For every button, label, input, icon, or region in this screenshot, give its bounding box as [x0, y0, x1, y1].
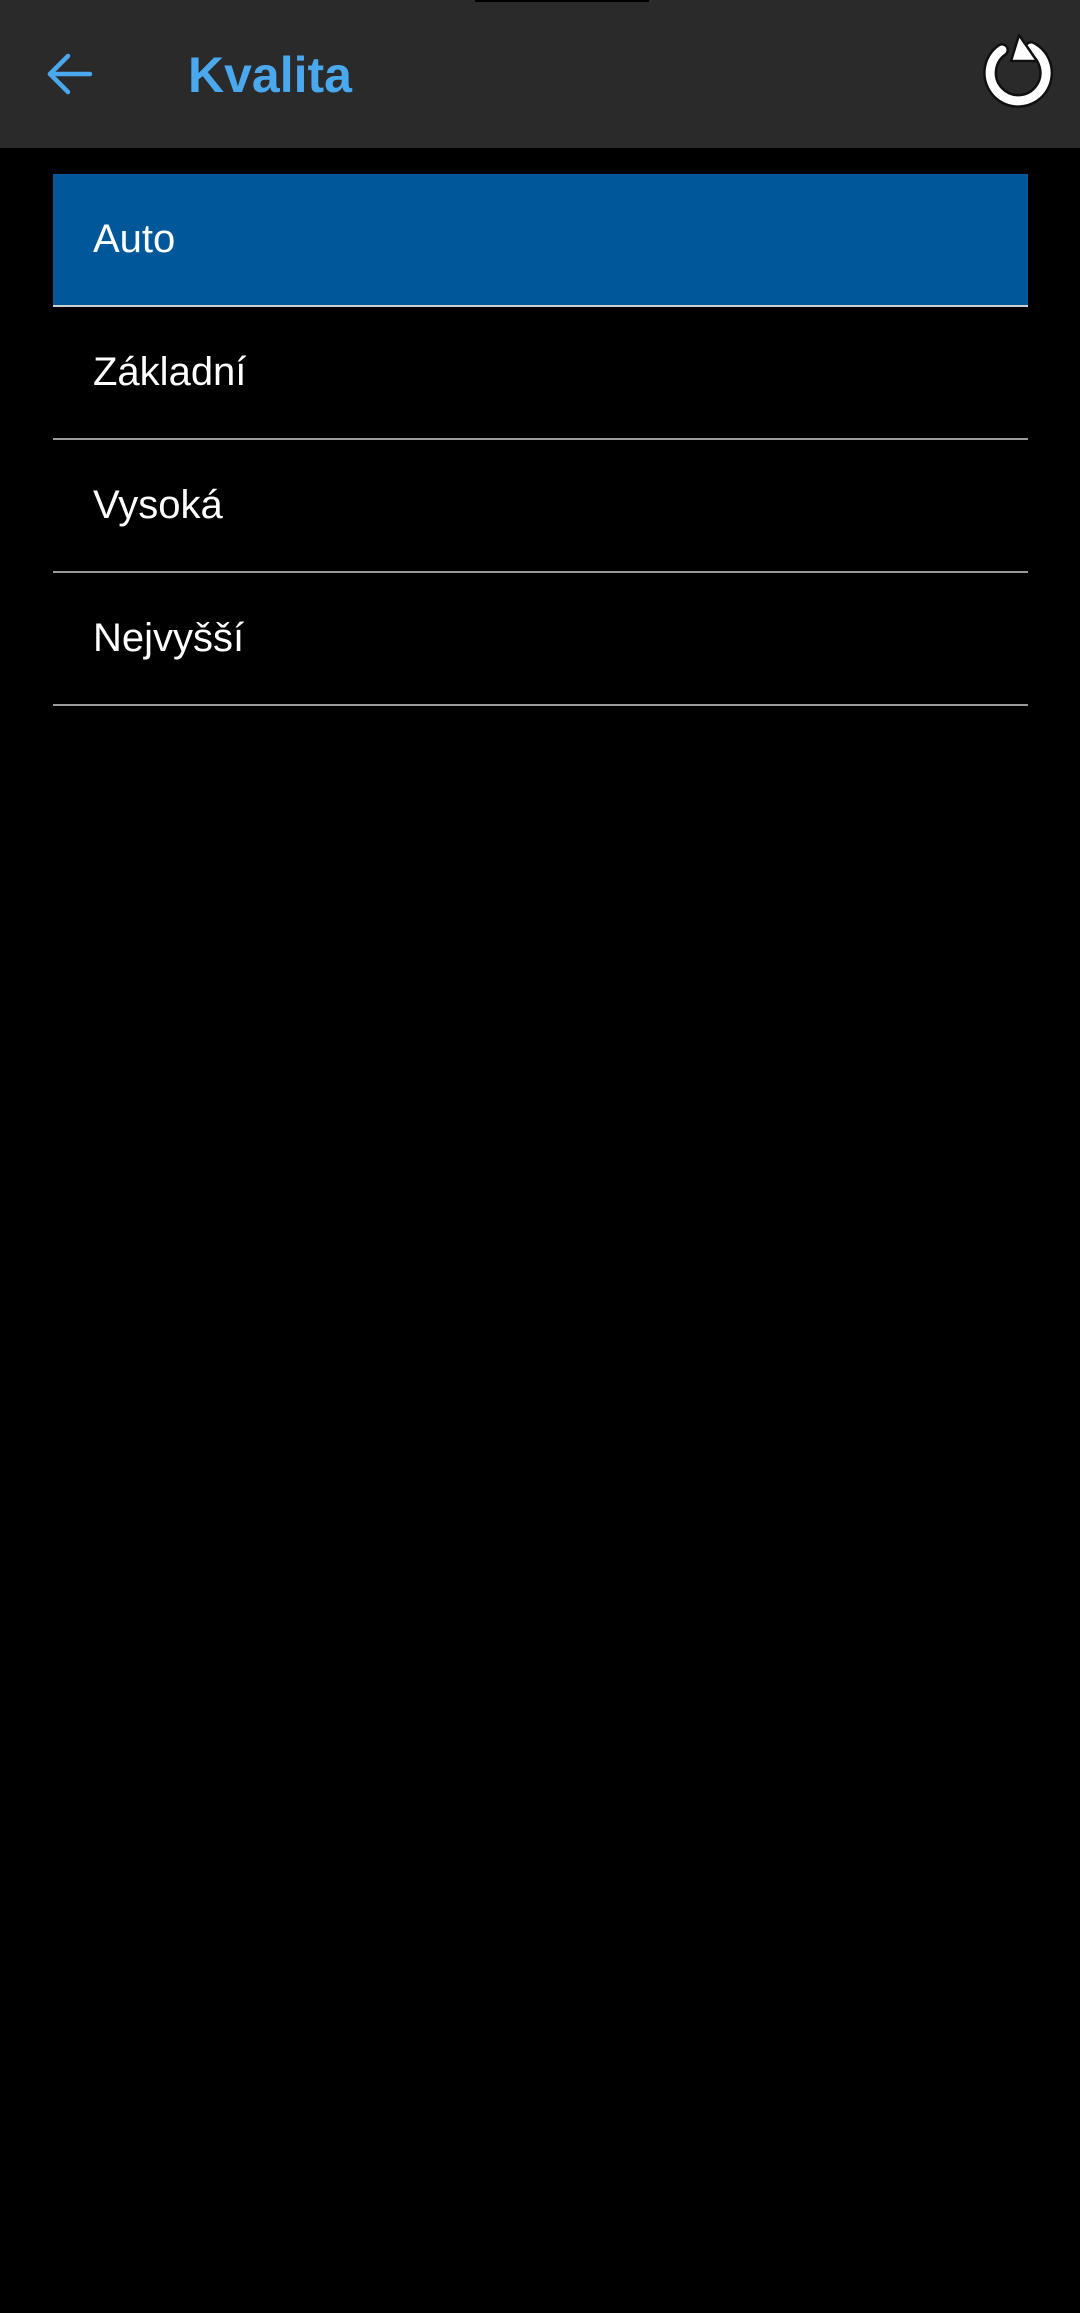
app-bar: Kvalita	[0, 0, 1080, 148]
refresh-button[interactable]	[972, 28, 1058, 114]
refresh-icon	[983, 33, 1054, 108]
page-title: Kvalita	[188, 47, 352, 103]
option-zakladni[interactable]: Základní	[53, 307, 1028, 440]
option-label: Vysoká	[93, 483, 223, 527]
back-button[interactable]	[30, 34, 110, 114]
option-label: Základní	[93, 350, 247, 394]
option-label: Auto	[93, 217, 176, 261]
quality-option-list: Auto Základní Vysoká Nejvyšší	[53, 174, 1028, 706]
notch-indicator	[475, 0, 649, 2]
arrow-left-icon	[47, 53, 93, 95]
option-label: Nejvyšší	[93, 616, 245, 660]
option-vysoka[interactable]: Vysoká	[53, 440, 1028, 573]
option-nejvyssi[interactable]: Nejvyšší	[53, 573, 1028, 706]
option-auto[interactable]: Auto	[53, 174, 1028, 307]
